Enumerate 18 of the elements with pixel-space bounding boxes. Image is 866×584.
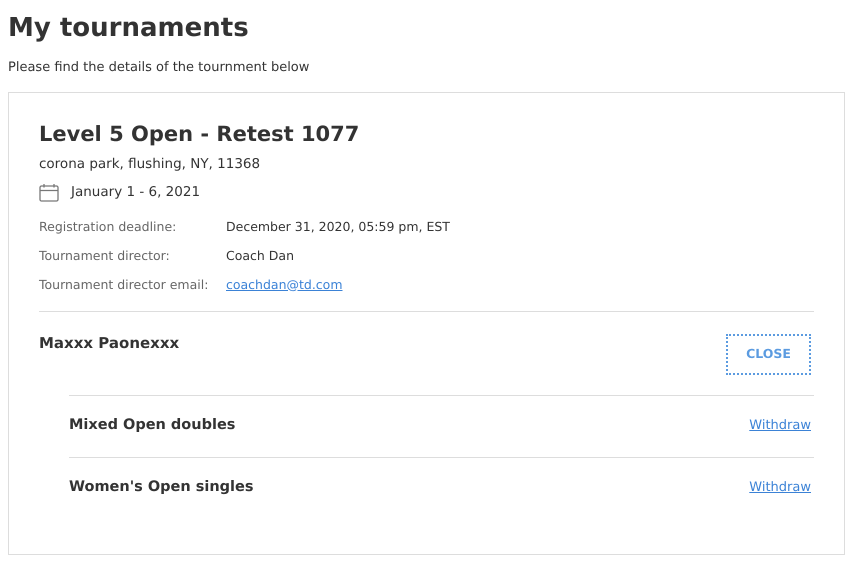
- page-subtitle: Please find the details of the tournment below: [8, 59, 310, 77]
- withdraw-link[interactable]: Withdraw: [749, 416, 811, 436]
- detail-label: Registration deadline:: [39, 218, 178, 236]
- detail-value: December 31, 2020, 05:59 pm, EST: [226, 218, 450, 236]
- page-title: My tournaments: [8, 12, 249, 44]
- event-name: Mixed Open doubles: [69, 416, 236, 436]
- withdraw-link[interactable]: Withdraw: [749, 478, 811, 498]
- tournament-dates: January 1 - 6, 2021: [71, 183, 200, 202]
- close-button[interactable]: CLOSE: [726, 334, 811, 374]
- detail-value: Coach Dan: [226, 246, 294, 264]
- tournament-location: corona park, flushing, NY, 11368: [39, 155, 260, 174]
- event-name: Women's Open singles: [69, 478, 254, 498]
- calendar-icon: [39, 182, 59, 202]
- detail-label: Tournament director:: [39, 246, 171, 264]
- tournament-name: Level 5 Open - Retest 1077: [39, 120, 360, 148]
- email-link[interactable]: coachdan@td.com: [226, 274, 342, 294]
- player-name: Maxxx Paonexxx: [39, 332, 180, 354]
- detail-label: Tournament director email:: [39, 276, 210, 294]
